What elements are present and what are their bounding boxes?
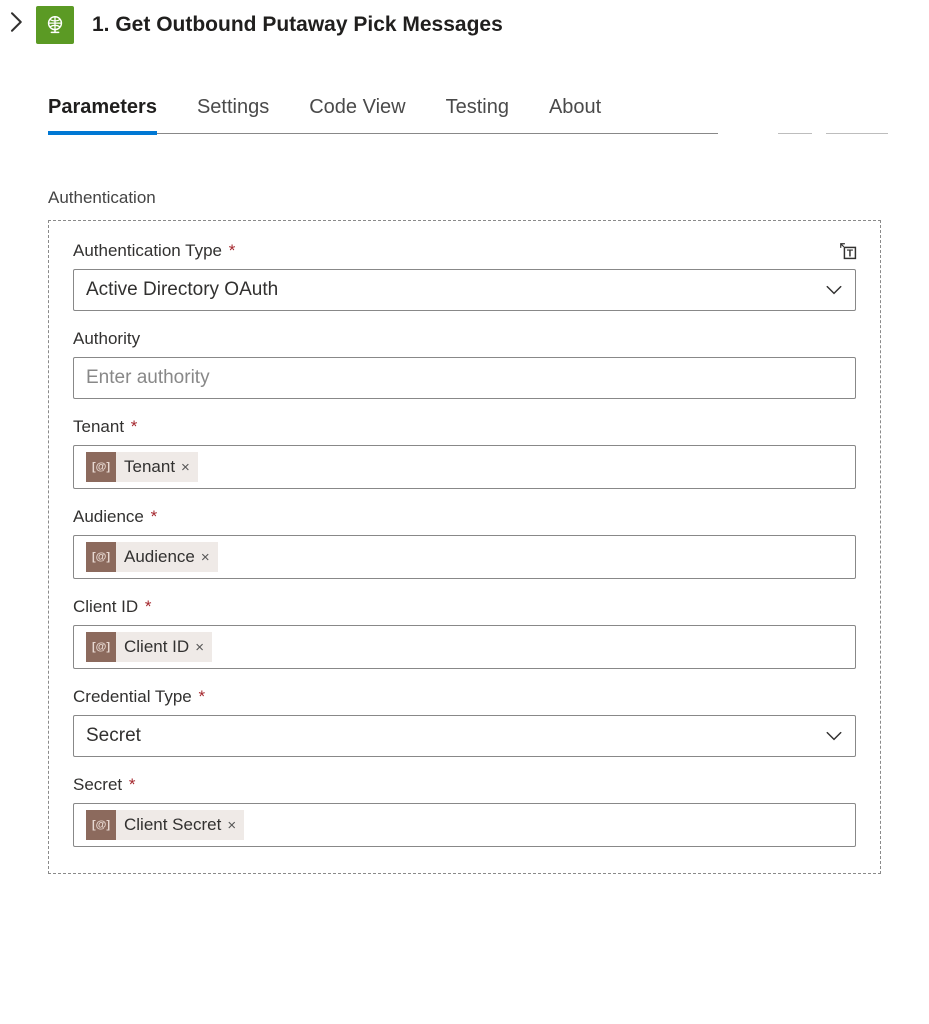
authority-placeholder: Enter authority xyxy=(86,367,210,389)
required-marker: * xyxy=(124,775,135,794)
required-marker: * xyxy=(194,687,205,706)
label-text: Audience xyxy=(73,507,144,526)
parameter-icon: [@] xyxy=(86,810,116,840)
tenant-token-chip[interactable]: [@] Tenant × xyxy=(86,452,198,482)
tenant-input[interactable]: [@] Tenant × xyxy=(73,445,856,489)
audience-label: Audience * xyxy=(73,507,856,527)
required-marker: * xyxy=(146,507,157,526)
tenant-label: Tenant * xyxy=(73,417,856,437)
tab-code-view[interactable]: Code View xyxy=(309,88,405,133)
tab-overflow-stub xyxy=(778,133,812,134)
parameter-icon: [@] xyxy=(86,632,116,662)
field-auth-type: Authentication Type * Active Directory O… xyxy=(73,241,856,311)
field-tenant: Tenant * [@] Tenant × xyxy=(73,417,856,489)
chevron-down-icon xyxy=(825,281,843,299)
tab-overflow-stub xyxy=(826,133,888,134)
expand-chevron-icon[interactable] xyxy=(10,12,24,38)
remove-token-icon[interactable]: × xyxy=(195,639,204,656)
tab-bar: Parameters Settings Code View Testing Ab… xyxy=(48,88,718,134)
field-credential-type: Credential Type * Secret xyxy=(73,687,856,757)
credential-type-select[interactable]: Secret xyxy=(73,715,856,757)
required-marker: * xyxy=(224,241,235,260)
secret-label: Secret * xyxy=(73,775,856,795)
field-secret: Secret * [@] Client Secret × xyxy=(73,775,856,847)
label-text: Tenant xyxy=(73,417,124,436)
field-client-id: Client ID * [@] Client ID × xyxy=(73,597,856,669)
parameter-icon: [@] xyxy=(86,542,116,572)
credential-type-label: Credential Type * xyxy=(73,687,856,707)
audience-input[interactable]: [@] Audience × xyxy=(73,535,856,579)
remove-token-icon[interactable]: × xyxy=(201,549,210,566)
label-text: Credential Type xyxy=(73,687,192,706)
authentication-panel: T Authentication Type * Active Directory… xyxy=(48,220,881,874)
action-type-icon xyxy=(36,6,74,44)
required-marker: * xyxy=(126,417,137,436)
chevron-down-icon xyxy=(825,727,843,745)
client-id-label: Client ID * xyxy=(73,597,856,617)
authority-label: Authority xyxy=(73,329,856,349)
token-label: Tenant xyxy=(124,457,175,477)
secret-token-chip[interactable]: [@] Client Secret × xyxy=(86,810,244,840)
client-id-token-chip[interactable]: [@] Client ID × xyxy=(86,632,212,662)
authority-input[interactable]: Enter authority xyxy=(73,357,856,399)
action-title: 1. Get Outbound Putaway Pick Messages xyxy=(92,13,503,37)
toggle-view-icon[interactable]: T xyxy=(838,241,860,263)
token-label: Client ID xyxy=(124,637,189,657)
auth-type-select[interactable]: Active Directory OAuth xyxy=(73,269,856,311)
token-label: Audience xyxy=(124,547,195,567)
action-header: 1. Get Outbound Putaway Pick Messages xyxy=(10,6,881,44)
field-audience: Audience * [@] Audience × xyxy=(73,507,856,579)
tab-about[interactable]: About xyxy=(549,88,601,133)
auth-type-label: Authentication Type * xyxy=(73,241,856,261)
field-authority: Authority Enter authority xyxy=(73,329,856,399)
remove-token-icon[interactable]: × xyxy=(181,459,190,476)
authentication-section-label: Authentication xyxy=(48,188,881,208)
parameter-icon: [@] xyxy=(86,452,116,482)
label-text: Authentication Type xyxy=(73,241,222,260)
audience-token-chip[interactable]: [@] Audience × xyxy=(86,542,218,572)
tab-testing[interactable]: Testing xyxy=(446,88,509,133)
token-label: Client Secret xyxy=(124,815,221,835)
remove-token-icon[interactable]: × xyxy=(227,817,236,834)
required-marker: * xyxy=(140,597,151,616)
tab-parameters[interactable]: Parameters xyxy=(48,88,157,133)
auth-type-value: Active Directory OAuth xyxy=(86,279,825,301)
client-id-input[interactable]: [@] Client ID × xyxy=(73,625,856,669)
credential-type-value: Secret xyxy=(86,725,825,747)
tab-settings[interactable]: Settings xyxy=(197,88,269,133)
label-text: Secret xyxy=(73,775,122,794)
svg-text:T: T xyxy=(847,249,854,260)
label-text: Client ID xyxy=(73,597,138,616)
secret-input[interactable]: [@] Client Secret × xyxy=(73,803,856,847)
